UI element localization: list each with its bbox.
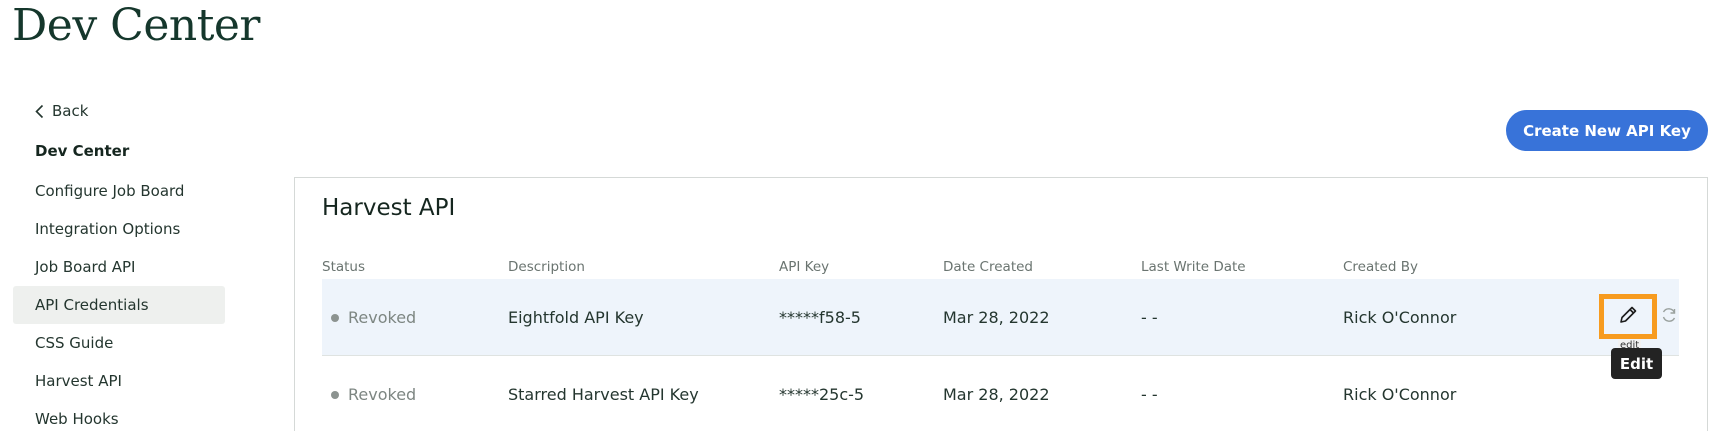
sidebar-item-api-credentials[interactable]: API Credentials — [13, 286, 225, 324]
table-row[interactable]: Revoked Starred Harvest API Key *****25c… — [322, 356, 1679, 431]
chevron-left-icon — [35, 104, 44, 119]
date-created-cell: Mar 28, 2022 — [943, 385, 1050, 404]
last-write-date-cell: - - — [1141, 385, 1158, 404]
api-key-cell: *****25c-5 — [779, 385, 865, 404]
status-cell: Revoked — [331, 356, 416, 431]
card-title: Harvest API — [322, 195, 456, 221]
page-title: Dev Center — [12, 0, 260, 51]
back-link[interactable]: Back — [35, 93, 88, 129]
edit-button[interactable] — [1599, 294, 1657, 339]
column-header-description: Description — [508, 259, 585, 275]
column-header-status: Status — [322, 259, 366, 275]
sidebar-item-integration-options[interactable]: Integration Options — [13, 210, 225, 248]
refresh-icon[interactable] — [1660, 306, 1678, 328]
column-header-last-write-date: Last Write Date — [1141, 259, 1246, 275]
sidebar-item-job-board-api[interactable]: Job Board API — [13, 248, 225, 286]
api-keys-table: Status Description API Key Date Created … — [322, 259, 1679, 431]
date-created-cell: Mar 28, 2022 — [943, 308, 1050, 327]
status-text: Revoked — [348, 385, 417, 404]
table-header: Status Description API Key Date Created … — [322, 259, 1679, 279]
pencil-icon — [1617, 304, 1639, 330]
back-label: Back — [52, 102, 89, 120]
table-row[interactable]: Revoked Eightfold API Key *****f58-5 Mar… — [322, 279, 1679, 379]
status-text: Revoked — [348, 308, 417, 327]
description-cell: Starred Harvest API Key — [508, 385, 699, 404]
sidebar-items: Configure Job Board Integration Options … — [13, 172, 225, 431]
column-header-created-by: Created By — [1343, 259, 1418, 275]
status-cell: Revoked — [331, 279, 416, 356]
created-by-cell: Rick O'Connor — [1343, 385, 1457, 404]
sidebar-item-web-hooks[interactable]: Web Hooks — [13, 400, 225, 431]
sidebar-item-configure-job-board[interactable]: Configure Job Board — [13, 172, 225, 210]
description-cell: Eightfold API Key — [508, 308, 644, 327]
sidebar-item-harvest-api[interactable]: Harvest API — [13, 362, 225, 400]
column-header-api-key: API Key — [779, 259, 830, 275]
status-dot-icon — [331, 390, 339, 399]
create-api-key-button[interactable]: Create New API Key — [1506, 110, 1708, 151]
created-by-cell: Rick O'Connor — [1343, 308, 1457, 327]
column-header-date-created: Date Created — [943, 259, 1033, 275]
sidebar-item-css-guide[interactable]: CSS Guide — [13, 324, 225, 362]
api-key-cell: *****f58-5 — [779, 308, 861, 327]
status-dot-icon — [331, 313, 339, 322]
harvest-api-card: Harvest API Status Description API Key D… — [294, 177, 1708, 431]
sidebar-section-title[interactable]: Dev Center — [35, 134, 129, 168]
last-write-date-cell: - - — [1141, 308, 1158, 327]
